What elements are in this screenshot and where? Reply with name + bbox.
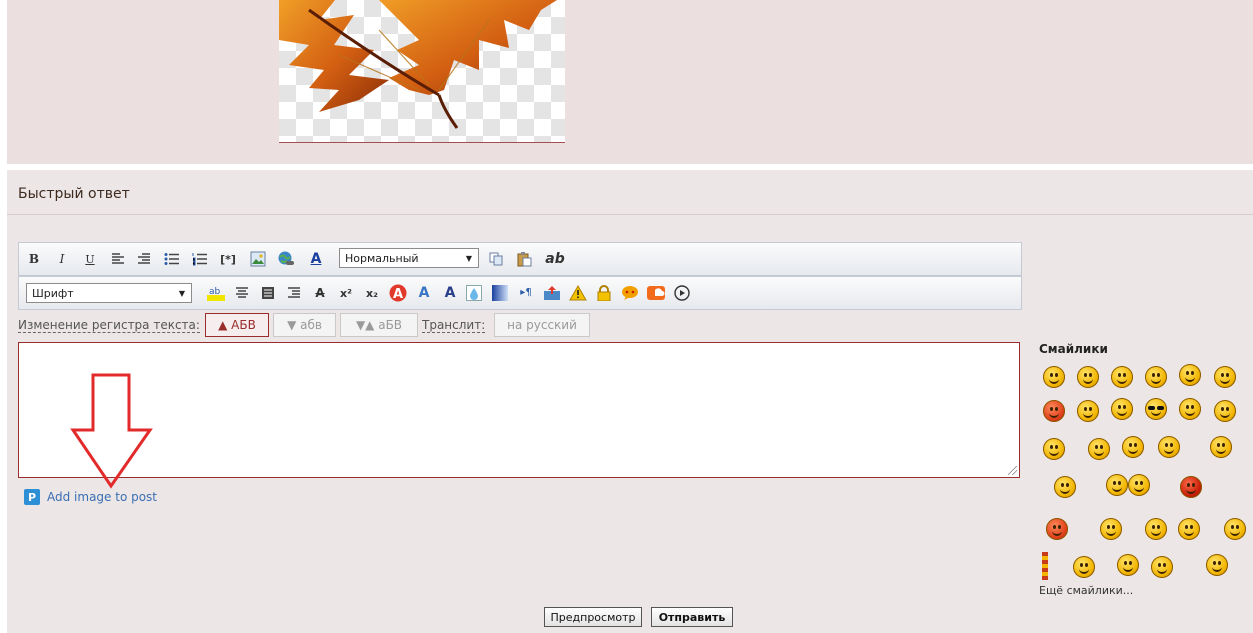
insert-image-icon[interactable] <box>249 250 267 268</box>
translit-button[interactable]: на русский <box>494 313 590 337</box>
smiley-icon[interactable] <box>1214 400 1236 422</box>
highlight-icon[interactable]: ab <box>207 284 225 302</box>
smiley-icon[interactable] <box>1206 554 1228 576</box>
bullet-list-icon[interactable] <box>163 250 181 268</box>
smiley-icon[interactable] <box>1111 366 1133 388</box>
smiley-icon[interactable] <box>1145 518 1167 540</box>
devil-smiley-icon[interactable] <box>1180 476 1202 498</box>
text-direction-icon[interactable]: ▸¶ <box>517 284 535 302</box>
editor-toolbar-row-1: B I U [*] A Нормальный ▼ ab <box>18 242 1022 276</box>
gradient-icon[interactable] <box>491 284 509 302</box>
paste-icon[interactable] <box>515 250 533 268</box>
resize-handle[interactable] <box>1008 466 1017 475</box>
add-image-link[interactable]: P Add image to post <box>24 488 157 506</box>
font-family-select-value: Шрифт <box>32 286 74 300</box>
smiley-icon[interactable] <box>1214 366 1236 388</box>
font-family-select[interactable]: Шрифт ▼ <box>26 283 192 303</box>
chevron-down-icon: ▼ <box>178 289 185 298</box>
message-textarea[interactable] <box>18 342 1020 478</box>
warning-icon[interactable] <box>569 284 587 302</box>
smiley-icon[interactable] <box>1043 366 1065 388</box>
indent-icon[interactable] <box>285 284 303 302</box>
spellcheck-button[interactable]: ab <box>543 250 567 268</box>
laughing-smiley-icon[interactable] <box>1054 476 1076 498</box>
insert-link-icon[interactable] <box>277 250 295 268</box>
quote-bubble-icon[interactable] <box>621 284 639 302</box>
soundcloud-icon[interactable] <box>647 284 665 302</box>
smiley-icon[interactable] <box>1145 366 1167 388</box>
smiley-icon[interactable] <box>1210 436 1232 458</box>
smiley-icon[interactable] <box>1178 518 1200 540</box>
svg-text:A: A <box>393 287 403 302</box>
smiley-icon[interactable] <box>1179 398 1201 420</box>
italic-button[interactable]: I <box>53 250 71 268</box>
strikethrough-icon[interactable]: A <box>311 284 329 302</box>
svg-text:ab: ab <box>209 287 221 297</box>
rose-smiley-icon[interactable] <box>1158 436 1180 458</box>
text-outline-red-icon[interactable]: A <box>389 284 407 302</box>
font-size-select-value: Нормальный <box>345 251 419 265</box>
add-image-label: Add image to post <box>47 490 158 504</box>
quick-reply-title: Быстрый ответ <box>18 186 130 202</box>
text-glow-icon[interactable]: A <box>441 284 459 302</box>
girl-smiley-icon[interactable] <box>1100 518 1122 540</box>
lock-icon[interactable] <box>595 284 613 302</box>
headphones-smiley-icon[interactable] <box>1224 518 1246 540</box>
subscript-icon[interactable]: x₂ <box>363 284 381 302</box>
preview-button[interactable]: Предпросмотр <box>544 607 642 627</box>
justify-icon[interactable] <box>259 284 277 302</box>
smiley-icon[interactable] <box>1151 556 1173 578</box>
smiley-icon[interactable] <box>1088 438 1110 460</box>
copy-icon[interactable] <box>487 250 505 268</box>
align-right-icon[interactable] <box>135 250 153 268</box>
smiley-icon[interactable] <box>1179 364 1201 386</box>
underline-button[interactable]: U <box>81 250 99 268</box>
smiley-icon[interactable] <box>1111 398 1133 420</box>
play-video-icon[interactable] <box>673 284 691 302</box>
smiley-icon[interactable] <box>1117 554 1139 576</box>
upload-icon[interactable] <box>543 284 561 302</box>
postimage-icon: P <box>24 489 40 505</box>
hug-smiley-icon[interactable] <box>1106 474 1128 496</box>
divider <box>7 214 1253 215</box>
cool-smiley-icon[interactable] <box>1145 398 1167 420</box>
banner-smiley-icon[interactable] <box>1042 552 1048 580</box>
red-arrow-annotation <box>70 373 153 489</box>
case-change-label: Изменение регистра текста: <box>18 318 200 333</box>
angry-smiley-icon[interactable] <box>1043 400 1065 422</box>
text-shadow-icon[interactable]: A <box>415 284 433 302</box>
toggle-case-button[interactable]: ▼▲ аБВ <box>340 313 418 337</box>
send-button[interactable]: Отправить <box>651 607 733 627</box>
bold-button[interactable]: B <box>25 250 43 268</box>
list-item-icon[interactable]: [*] <box>219 250 237 268</box>
transparency-icon[interactable] <box>465 284 483 302</box>
hug-smiley-icon[interactable] <box>1128 474 1150 496</box>
editor-toolbar-row-2: Шрифт ▼ ab A x² x₂ A A A ▸¶ <box>18 276 1022 310</box>
chevron-down-icon: ▼ <box>465 254 472 263</box>
smilies-title: Смайлики <box>1039 342 1108 356</box>
font-size-select[interactable]: Нормальный ▼ <box>339 248 479 268</box>
smiley-icon[interactable] <box>1122 436 1144 458</box>
post-content-area <box>7 0 1253 164</box>
more-smilies-link[interactable]: Ещё смайлики... <box>1039 584 1133 597</box>
translit-label: Транслит: <box>422 318 486 333</box>
thumbs-up-smiley-icon[interactable] <box>1043 438 1065 460</box>
align-left-icon[interactable] <box>109 250 127 268</box>
case-change-row: Изменение регистра текста: <box>18 318 200 344</box>
align-center-icon[interactable] <box>233 284 251 302</box>
lowercase-button[interactable]: ▼ абв <box>273 313 336 337</box>
maple-leaf-image[interactable] <box>279 0 565 143</box>
superscript-icon[interactable]: x² <box>337 284 355 302</box>
sleepy-smiley-icon[interactable] <box>1073 556 1095 578</box>
smiley-icon[interactable] <box>1077 366 1099 388</box>
uppercase-button[interactable]: ▲ АБВ <box>205 313 269 337</box>
font-color-icon[interactable]: A <box>307 250 325 268</box>
numbered-list-icon[interactable] <box>191 250 209 268</box>
girl-smiley-icon[interactable] <box>1046 518 1068 540</box>
smiley-icon[interactable] <box>1077 400 1099 422</box>
maple-leaf-icon <box>279 0 557 129</box>
